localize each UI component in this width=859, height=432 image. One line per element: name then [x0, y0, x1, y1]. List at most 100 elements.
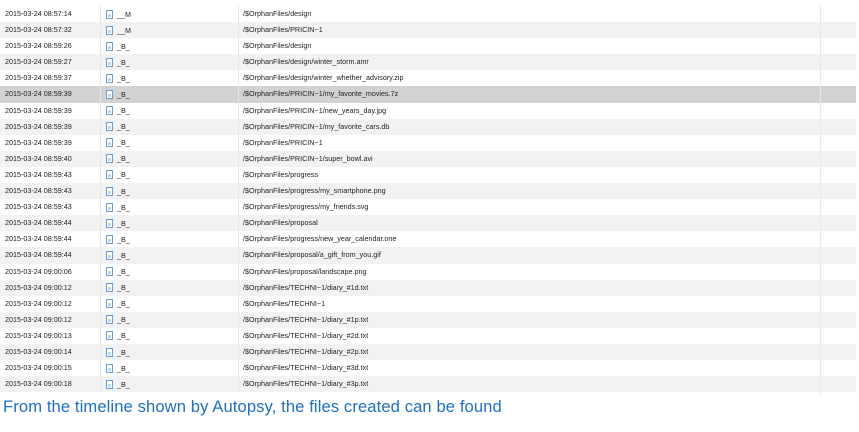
date-cell: 2015-03-24 09:00:12 — [5, 314, 72, 324]
column-divider — [100, 86, 101, 103]
flags-cell: _B_ — [106, 344, 130, 360]
table-row[interactable]: 2015-03-24 08:59:27 _B_ /$OrphanFiles/desi… — [0, 54, 856, 71]
file-icon — [106, 234, 113, 244]
path-cell: /$OrphanFiles/proposal — [243, 218, 318, 228]
column-divider — [238, 199, 239, 216]
column-divider — [238, 263, 239, 280]
date-cell: 2015-03-24 08:59:44 — [5, 218, 72, 228]
flags-cell: _B_ — [106, 231, 130, 247]
flags-cell: _B_ — [106, 312, 130, 328]
flags-cell: _B_ — [106, 103, 130, 119]
table-row[interactable]: 2015-03-24 08:59:37 _B_ /$OrphanFiles/desi… — [0, 70, 856, 87]
column-divider — [100, 183, 101, 200]
column-divider — [100, 54, 101, 71]
column-divider — [100, 70, 101, 87]
file-icon — [106, 90, 113, 100]
flags-cell: _B_ — [106, 215, 130, 231]
date-cell: 2015-03-24 09:00:13 — [5, 330, 72, 340]
date-cell: 2015-03-24 08:59:26 — [5, 41, 72, 51]
column-divider — [238, 247, 239, 264]
flags-text: _B_ — [117, 186, 130, 196]
file-icon — [106, 363, 113, 373]
table-row[interactable]: 2015-03-24 08:59:44 _B_ /$OrphanFiles/prog… — [0, 231, 856, 248]
column-divider — [238, 54, 239, 71]
column-divider — [100, 118, 101, 135]
flags-cell: __M — [106, 22, 131, 38]
column-divider — [100, 247, 101, 264]
table-row[interactable]: 2015-03-24 08:59:39 _B_ /$OrphanFiles/PRIC… — [0, 118, 856, 135]
column-divider — [100, 166, 101, 184]
flags-text: _B_ — [117, 267, 130, 277]
date-cell: 2015-03-24 08:59:43 — [5, 186, 72, 196]
column-divider — [100, 199, 101, 216]
path-cell: /$OrphanFiles/PRICIN~1/new_years_day.jpg — [243, 105, 387, 115]
vertical-scrollbar[interactable] — [820, 6, 821, 396]
file-icon — [106, 267, 113, 277]
date-cell: 2015-03-24 09:00:15 — [5, 363, 72, 373]
date-cell: 2015-03-24 08:59:39 — [5, 89, 72, 99]
table-row[interactable]: 2015-03-24 09:00:12 _B_ /$OrphanFiles/TECH… — [0, 295, 856, 312]
path-cell: /$OrphanFiles/proposal/landscape.png — [243, 266, 367, 276]
path-cell: /$OrphanFiles/PRICIN~1 — [243, 25, 323, 35]
timeline-table[interactable]: 2015-03-24 08:57:14 __M /$OrphanFiles/desi… — [0, 6, 856, 396]
table-row[interactable]: 2015-03-24 09:00:13 _B_ /$OrphanFiles/TECH… — [0, 327, 856, 344]
date-cell: 2015-03-24 08:59:44 — [5, 234, 72, 244]
flags-text: _B_ — [117, 170, 130, 180]
path-cell: /$OrphanFiles/progress — [243, 169, 319, 179]
column-divider — [238, 70, 239, 87]
date-cell: 2015-03-24 09:00:14 — [5, 346, 72, 356]
table-row[interactable]: 2015-03-24 08:59:43 _B_ /$OrphanFiles/prog… — [0, 183, 856, 200]
column-divider — [100, 231, 101, 248]
table-row[interactable]: 2015-03-24 09:00:12 _B_ /$OrphanFiles/TECH… — [0, 311, 856, 328]
date-cell: 2015-03-24 09:00:06 — [5, 266, 72, 276]
column-divider — [238, 311, 239, 328]
table-row[interactable]: 2015-03-24 08:59:43 _B_ /$OrphanFiles/prog… — [0, 166, 856, 184]
flags-text: _B_ — [117, 73, 130, 83]
date-cell: 2015-03-24 08:57:14 — [5, 9, 72, 18]
flags-text: _B_ — [117, 41, 130, 51]
column-divider — [100, 22, 101, 39]
path-cell: /$OrphanFiles/design/winter_storm.amr — [243, 57, 369, 67]
path-cell: /$OrphanFiles/design — [243, 41, 312, 51]
table-row[interactable]: 2015-03-24 09:00:15 _B_ /$OrphanFiles/TECH… — [0, 360, 856, 377]
table-row[interactable]: 2015-03-24 08:59:44 _B_ /$OrphanFiles/prop… — [0, 215, 856, 232]
flags-text: _B_ — [117, 363, 130, 373]
flags-cell: _B_ — [106, 280, 130, 296]
date-cell: 2015-03-24 08:59:44 — [5, 250, 72, 260]
column-divider — [238, 134, 239, 151]
table-row[interactable]: 2015-03-24 09:00:14 _B_ /$OrphanFiles/TECH… — [0, 343, 856, 361]
flags-text: _B_ — [117, 138, 130, 148]
flags-cell: _B_ — [106, 86, 130, 102]
flags-text: _B_ — [117, 379, 130, 389]
table-row[interactable]: 2015-03-24 08:59:40 _B_ /$OrphanFiles/PRIC… — [0, 150, 856, 167]
flags-text: _B_ — [117, 315, 130, 325]
table-row[interactable]: 2015-03-24 08:59:26 _B_ /$OrphanFiles/desi… — [0, 38, 856, 55]
table-row[interactable]: 2015-03-24 08:57:32 __M /$OrphanFiles/PRIC… — [0, 22, 856, 39]
date-cell: 2015-03-24 08:57:32 — [5, 25, 72, 35]
date-cell: 2015-03-24 08:59:37 — [5, 73, 72, 83]
column-divider — [238, 215, 239, 232]
column-divider — [100, 102, 101, 119]
table-row[interactable]: 2015-03-24 09:00:06 _B_ /$OrphanFiles/prop… — [0, 263, 856, 280]
flags-text: _B_ — [117, 122, 130, 132]
flags-cell: _B_ — [106, 70, 130, 86]
file-icon — [106, 9, 113, 19]
column-divider — [100, 295, 101, 312]
file-icon — [106, 250, 113, 260]
path-cell: /$OrphanFiles/TECHNI~1/diary_#2p.txt — [243, 346, 369, 356]
flags-cell: _B_ — [106, 247, 130, 263]
flags-cell: __M — [106, 6, 131, 22]
table-row[interactable]: 2015-03-24 08:59:44 _B_ /$OrphanFiles/prop… — [0, 247, 856, 264]
table-row[interactable]: 2015-03-24 08:59:39 _B_ /$OrphanFiles/PRIC… — [0, 134, 856, 151]
table-row[interactable]: 2015-03-24 09:00:18 _B_ /$OrphanFiles/TECH… — [0, 376, 856, 393]
table-row[interactable]: 2015-03-24 09:00:12 _B_ /$OrphanFiles/TECH… — [0, 279, 856, 296]
flags-cell: _B_ — [106, 199, 130, 215]
table-row[interactable]: 2015-03-24 08:59:43 _B_ /$OrphanFiles/prog… — [0, 199, 856, 216]
table-row[interactable]: 2015-03-24 08:59:39 _B_ /$OrphanFiles/PRIC… — [0, 86, 856, 103]
column-divider — [238, 150, 239, 167]
table-row[interactable]: 2015-03-24 08:57:14 __M /$OrphanFiles/desi… — [0, 6, 856, 23]
flags-cell: _B_ — [106, 328, 130, 344]
flags-text: _B_ — [117, 154, 130, 164]
column-divider — [100, 263, 101, 280]
table-row[interactable]: 2015-03-24 08:59:39 _B_ /$OrphanFiles/PRIC… — [0, 102, 856, 119]
